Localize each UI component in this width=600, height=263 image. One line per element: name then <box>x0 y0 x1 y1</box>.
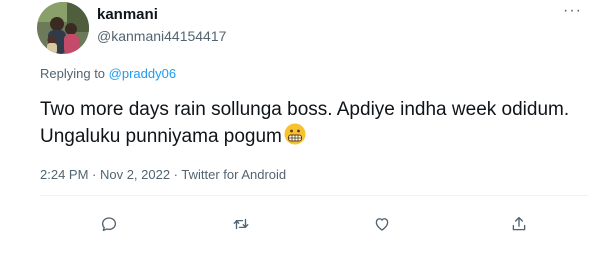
author-info: kanmani @kanmani44154417 <box>97 6 226 46</box>
more-options-icon[interactable]: ··· <box>563 2 582 20</box>
tweet-metadata[interactable]: 2:24 PM · Nov 2, 2022 · Twitter for Andr… <box>40 167 286 182</box>
reply-mention-link[interactable]: @praddy06 <box>109 66 176 81</box>
like-icon <box>375 218 389 231</box>
reply-icon <box>101 217 117 232</box>
tweet-text: Two more days rain sollunga boss. Apdiye… <box>40 96 585 153</box>
retweet-icon <box>233 218 249 230</box>
replying-to: Replying to @praddy06 <box>40 66 176 81</box>
tweet-card: kanmani @kanmani44154417 ··· Replying to… <box>0 0 600 263</box>
like-button[interactable] <box>370 212 394 236</box>
avatar-photo <box>37 2 89 54</box>
replying-to-label: Replying to <box>40 66 109 81</box>
grimacing-face-icon <box>284 123 306 153</box>
retweet-button[interactable] <box>229 212 253 236</box>
divider <box>40 195 588 196</box>
display-name[interactable]: kanmani <box>97 6 226 24</box>
share-button[interactable] <box>507 212 531 236</box>
avatar[interactable] <box>37 2 89 54</box>
user-handle[interactable]: @kanmani44154417 <box>97 26 226 46</box>
action-bar <box>40 212 585 236</box>
reply-button[interactable] <box>97 212 121 236</box>
share-icon <box>512 216 526 231</box>
